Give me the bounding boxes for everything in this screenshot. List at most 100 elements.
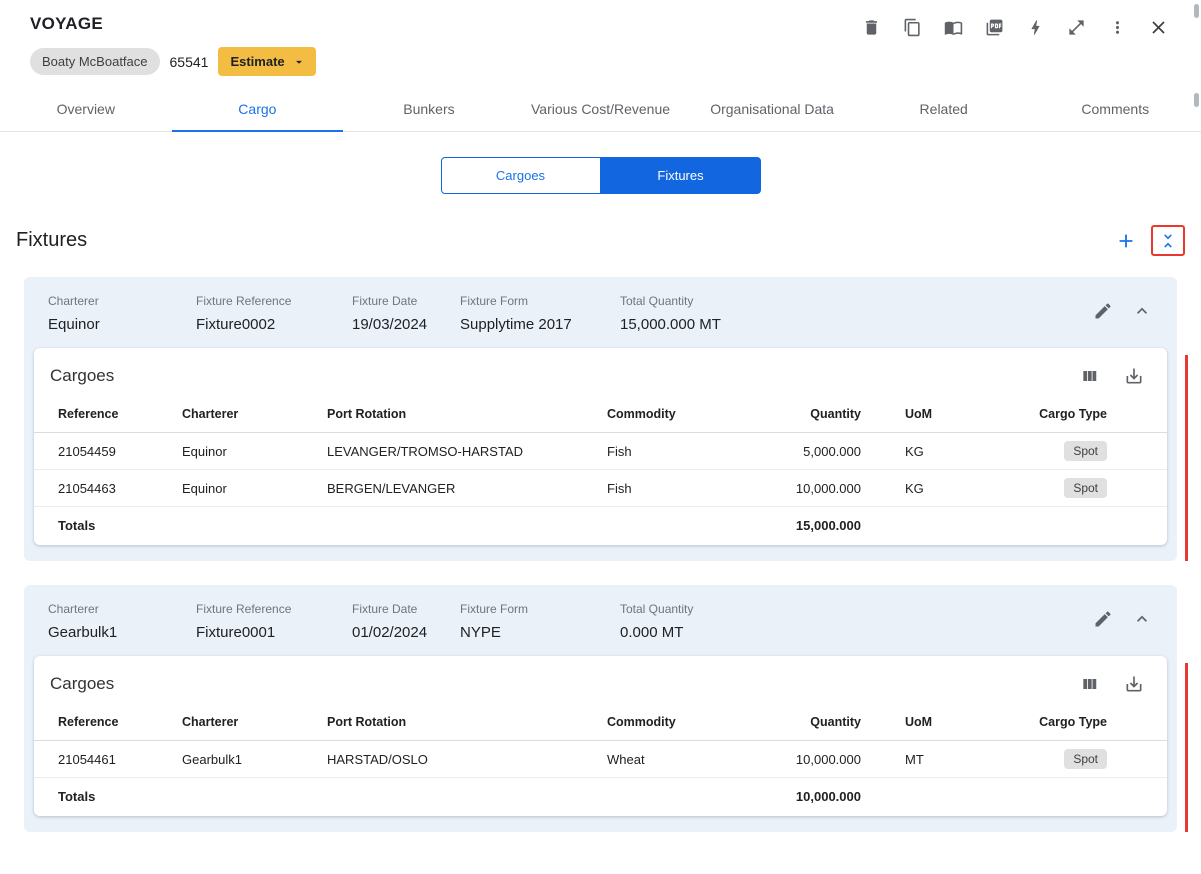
field-label: Charterer	[48, 294, 99, 308]
totals-quantity: 10,000.000	[795, 789, 861, 804]
cell-quantity: 10,000.000	[759, 740, 869, 778]
tab-organisational-data[interactable]: Organisational Data	[686, 88, 858, 131]
table-row[interactable]: 21054459 Equinor LEVANGER/TROMSO-HARSTAD…	[34, 432, 1167, 470]
cell-reference: 21054459	[34, 432, 174, 470]
cargoes-toggle-button[interactable]: Cargoes	[440, 157, 601, 194]
cell-reference: 21054463	[34, 469, 174, 507]
pdf-icon[interactable]	[983, 16, 1005, 38]
cell-commodity: Fish	[599, 432, 759, 470]
column-header: Reference	[34, 396, 174, 433]
cell-port-rotation: HARSTAD/OSLO	[319, 740, 599, 778]
header-toolbar	[860, 16, 1169, 38]
caret-down-icon	[295, 60, 302, 64]
view-columns-icon[interactable]	[1079, 673, 1101, 695]
validation-indicator	[1185, 355, 1188, 561]
tab-bunkers[interactable]: Bunkers	[343, 88, 515, 131]
field-label: Total Quantity	[620, 602, 694, 616]
tab-cargo[interactable]: Cargo	[171, 88, 344, 132]
column-header: Charterer	[174, 396, 319, 433]
column-header: Reference	[34, 704, 174, 741]
add-fixture-icon[interactable]	[1115, 230, 1137, 252]
totals-row: Totals 10,000.000	[34, 778, 1167, 817]
cargoes-table: Reference Charterer Port Rotation Commod…	[34, 396, 1167, 545]
column-header: Port Rotation	[319, 396, 599, 433]
cargoes-table-card: Cargoes Reference Charterer Port Rotatio…	[34, 656, 1167, 816]
cell-uom: KG	[869, 432, 989, 470]
vessel-name-chip: Boaty McBoatface	[30, 48, 160, 75]
view-columns-icon[interactable]	[1079, 365, 1101, 387]
voyage-number: 65541	[169, 53, 209, 70]
fixture-card: Charterer Equinor Fixture Reference Fixt…	[24, 277, 1188, 561]
totals-label: Totals	[58, 789, 96, 804]
delete-icon[interactable]	[860, 16, 882, 38]
cargoes-title: Cargoes	[50, 366, 115, 385]
edit-icon[interactable]	[1092, 300, 1114, 322]
cell-uom: KG	[869, 469, 989, 507]
fixture-reference-value: Fixture0002	[196, 316, 276, 333]
field-label: Fixture Reference	[196, 602, 292, 616]
table-row[interactable]: 21054461 Gearbulk1 HARSTAD/OSLO Wheat 10…	[34, 740, 1167, 778]
tab-various-cost-revenue[interactable]: Various Cost/Revenue	[515, 88, 687, 131]
fixture-form-value: Supplytime 2017	[460, 316, 572, 333]
column-header: Commodity	[599, 396, 759, 433]
expand-icon[interactable]	[1065, 16, 1087, 38]
main-tab-bar: Overview Cargo Bunkers Various Cost/Reve…	[0, 88, 1201, 132]
book-icon[interactable]	[942, 16, 964, 38]
field-label: Fixture Form	[460, 294, 529, 308]
cell-charterer: Equinor	[174, 469, 319, 507]
fixtures-toggle-button[interactable]: Fixtures	[600, 157, 761, 194]
field-label: Fixture Reference	[196, 294, 292, 308]
cell-quantity: 5,000.000	[759, 432, 869, 470]
column-header: Charterer	[174, 704, 319, 741]
field-label: Total Quantity	[620, 294, 694, 308]
tab-overview[interactable]: Overview	[0, 88, 172, 131]
fixture-card: Charterer Gearbulk1 Fixture Reference Fi…	[24, 585, 1188, 832]
column-header: Quantity	[759, 396, 869, 433]
cargo-type-chip: Spot	[1064, 749, 1107, 769]
scrollbar-thumb[interactable]	[1194, 93, 1199, 107]
field-label: Fixture Date	[352, 294, 418, 308]
bolt-icon[interactable]	[1024, 16, 1046, 38]
field-label: Fixture Form	[460, 602, 529, 616]
cargo-type-chip: Spot	[1064, 441, 1107, 461]
cell-charterer: Equinor	[174, 432, 319, 470]
cargoes-table-card: Cargoes Reference Charterer Port Rotatio…	[34, 348, 1167, 545]
totals-label: Totals	[58, 518, 96, 533]
fixture-form-value: NYPE	[460, 624, 501, 641]
cell-quantity: 10,000.000	[759, 469, 869, 507]
column-header: Cargo Type	[989, 396, 1167, 433]
download-icon[interactable]	[1123, 365, 1145, 387]
download-icon[interactable]	[1123, 673, 1145, 695]
total-quantity-value: 0.000 MT	[620, 624, 684, 641]
charterer-value: Equinor	[48, 316, 100, 333]
field-label: Charterer	[48, 602, 99, 616]
column-header: Quantity	[759, 704, 869, 741]
tab-related[interactable]: Related	[858, 88, 1030, 131]
totals-row: Totals 15,000.000	[34, 507, 1167, 546]
fixture-reference-value: Fixture0001	[196, 624, 276, 641]
edit-icon[interactable]	[1092, 608, 1114, 630]
close-icon[interactable]	[1147, 16, 1169, 38]
table-row[interactable]: 21054463 Equinor BERGEN/LEVANGER Fish 10…	[34, 469, 1167, 507]
cell-port-rotation: BERGEN/LEVANGER	[319, 469, 599, 507]
cell-uom: MT	[869, 740, 989, 778]
collapse-all-button[interactable]	[1151, 225, 1185, 256]
more-vert-icon[interactable]	[1106, 16, 1128, 38]
column-header: UoM	[869, 396, 989, 433]
validation-indicator	[1185, 663, 1188, 832]
cell-charterer: Gearbulk1	[174, 740, 319, 778]
column-header: Commodity	[599, 704, 759, 741]
field-label: Fixture Date	[352, 602, 418, 616]
cell-commodity: Wheat	[599, 740, 759, 778]
scrollbar-thumb[interactable]	[1194, 4, 1199, 18]
estimate-status-button[interactable]: Estimate	[218, 47, 316, 76]
chevron-up-icon[interactable]	[1131, 300, 1153, 322]
cargoes-fixtures-toggle: Cargoes Fixtures	[0, 157, 1201, 194]
tab-comments[interactable]: Comments	[1029, 88, 1201, 131]
copy-icon[interactable]	[901, 16, 923, 38]
total-quantity-value: 15,000.000 MT	[620, 316, 721, 333]
cell-reference: 21054461	[34, 740, 174, 778]
chevron-up-icon[interactable]	[1131, 608, 1153, 630]
cargo-type-chip: Spot	[1064, 478, 1107, 498]
estimate-label: Estimate	[230, 54, 285, 69]
